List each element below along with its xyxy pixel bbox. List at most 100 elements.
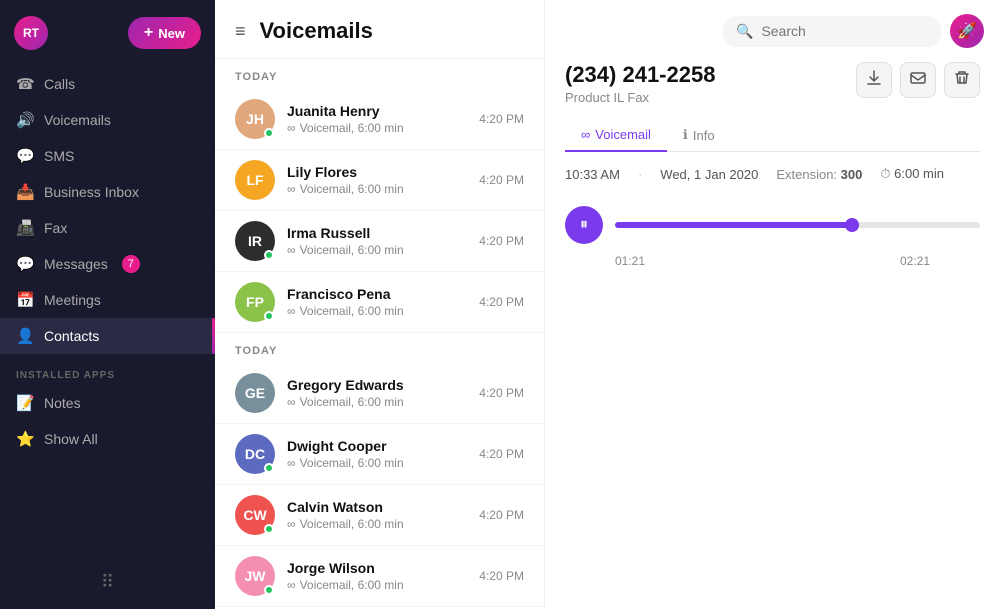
- meta-date: Wed, 1 Jan 2020: [660, 167, 758, 182]
- list-header: ≡ Voicemails: [215, 0, 544, 59]
- list-item[interactable]: DC Dwight Cooper ∞ Voicemail, 6:00 min 4…: [215, 424, 544, 485]
- rocket-icon: 🚀: [957, 21, 977, 41]
- dots-icon[interactable]: ⠿: [101, 572, 114, 593]
- detail-info: (234) 241-2258 Product IL Fax: [565, 62, 715, 119]
- contact-time: 4:20 PM: [479, 112, 524, 126]
- forward-icon: [910, 70, 926, 91]
- nav-contacts[interactable]: 👤 Contacts: [0, 318, 215, 354]
- contact-time: 4:20 PM: [479, 569, 524, 583]
- voicemail-sub-icon: ∞: [287, 578, 296, 592]
- forward-button[interactable]: [900, 62, 936, 98]
- rocket-button[interactable]: 🚀: [950, 14, 984, 48]
- tab-voicemail[interactable]: ∞ Voicemail: [565, 119, 667, 152]
- contact-sub: ∞ Voicemail, 6:00 min: [287, 517, 479, 531]
- sidebar: RT New ☎ Calls 🔊 Voicemails 💬 SMS 📥 Busi…: [0, 0, 215, 609]
- nav-meetings[interactable]: 📅 Meetings: [0, 282, 215, 318]
- sms-icon: 💬: [16, 147, 34, 165]
- tab-info[interactable]: ℹ Info: [667, 119, 731, 151]
- progress-thumb: [845, 218, 859, 232]
- contact-name: Lily Flores: [287, 164, 479, 180]
- avatar-jorge: JW: [235, 556, 275, 596]
- voicemail-sub-icon: ∞: [287, 517, 296, 531]
- voicemail-sub-icon: ∞: [287, 395, 296, 409]
- contact-name: Calvin Watson: [287, 499, 479, 515]
- contact-info: Calvin Watson ∞ Voicemail, 6:00 min: [287, 499, 479, 531]
- detail-header-row: (234) 241-2258 Product IL Fax: [565, 62, 980, 119]
- contact-sub: ∞ Voicemail, 6:00 min: [287, 578, 479, 592]
- notes-icon: 📝: [16, 394, 34, 412]
- pause-button[interactable]: ⏸: [565, 206, 603, 244]
- time-row: 01:21 02:21: [565, 254, 980, 268]
- meta-time: 10:33 AM: [565, 167, 620, 182]
- nav-messages[interactable]: 💬 Messages 7: [0, 246, 215, 282]
- new-button[interactable]: New: [128, 17, 201, 49]
- detail-phone-number: (234) 241-2258: [565, 62, 715, 88]
- list-item[interactable]: IR Irma Russell ∞ Voicemail, 6:00 min 4:…: [215, 211, 544, 272]
- contact-name: Jorge Wilson: [287, 560, 479, 576]
- list-item[interactable]: JH Juanita Henry ∞ Voicemail, 6:00 min 4…: [215, 89, 544, 150]
- search-bar[interactable]: 🔍: [722, 16, 942, 47]
- list-item[interactable]: LF Lily Flores ∞ Voicemail, 6:00 min 4:2…: [215, 150, 544, 211]
- avatar-juanita: JH: [235, 99, 275, 139]
- avatar-gregory: GE: [235, 373, 275, 413]
- detail-tabs: ∞ Voicemail ℹ Info: [565, 119, 980, 152]
- sidebar-bottom: ⠿: [0, 556, 215, 609]
- action-buttons: [856, 62, 980, 98]
- list-item[interactable]: CW Calvin Watson ∞ Voicemail, 6:00 min 4…: [215, 485, 544, 546]
- contact-info: Dwight Cooper ∞ Voicemail, 6:00 min: [287, 438, 479, 470]
- contact-time: 4:20 PM: [479, 447, 524, 461]
- contact-sub: ∞ Voicemail, 6:00 min: [287, 304, 479, 318]
- list-item[interactable]: GE Gregory Edwards ∞ Voicemail, 6:00 min…: [215, 363, 544, 424]
- contact-info: Gregory Edwards ∞ Voicemail, 6:00 min: [287, 377, 479, 409]
- progress-fill: [615, 222, 852, 228]
- contact-sub: ∞ Voicemail, 6:00 min: [287, 182, 479, 196]
- installed-apps-label: INSTALLED APPS: [0, 354, 215, 385]
- detail-subtitle: Product IL Fax: [565, 90, 715, 105]
- time-total: 02:21: [900, 254, 930, 268]
- download-button[interactable]: [856, 62, 892, 98]
- download-icon: [866, 70, 882, 91]
- contact-name: Dwight Cooper: [287, 438, 479, 454]
- meta-duration: ⏱ 6:00 min: [880, 166, 944, 182]
- contact-info: Jorge Wilson ∞ Voicemail, 6:00 min: [287, 560, 479, 592]
- online-indicator: [264, 463, 274, 473]
- voicemail-sub-icon: ∞: [287, 121, 296, 135]
- messages-badge: 7: [122, 255, 140, 273]
- nav-business-inbox[interactable]: 📥 Business Inbox: [0, 174, 215, 210]
- list-panel: ≡ Voicemails TODAY JH Juanita Henry ∞ Vo…: [215, 0, 545, 609]
- hamburger-icon[interactable]: ≡: [235, 21, 246, 42]
- nav-show-all[interactable]: ⭐ Show All: [0, 421, 215, 457]
- search-input[interactable]: [761, 23, 928, 39]
- voicemail-sub-icon: ∞: [287, 243, 296, 257]
- inbox-icon: 📥: [16, 183, 34, 201]
- messages-icon: 💬: [16, 255, 34, 273]
- trash-icon: [954, 70, 970, 91]
- contact-name: Francisco Pena: [287, 286, 479, 302]
- contacts-icon: 👤: [16, 327, 34, 345]
- delete-button[interactable]: [944, 62, 980, 98]
- progress-bar[interactable]: [615, 222, 980, 228]
- contact-name: Juanita Henry: [287, 103, 479, 119]
- contact-sub: ∞ Voicemail, 6:00 min: [287, 243, 479, 257]
- detail-panel: 🔍 🚀 (234) 241-2258 Product IL Fax: [545, 0, 1000, 609]
- online-indicator: [264, 311, 274, 321]
- list-item[interactable]: FP Francisco Pena ∞ Voicemail, 6:00 min …: [215, 272, 544, 333]
- nav-voicemails[interactable]: 🔊 Voicemails: [0, 102, 215, 138]
- voicemail-sub-icon: ∞: [287, 182, 296, 196]
- detail-content: (234) 241-2258 Product IL Fax: [545, 62, 1000, 609]
- avatar-calvin: CW: [235, 495, 275, 535]
- voicemail-tab-icon: ∞: [581, 127, 590, 142]
- nav-calls[interactable]: ☎ Calls: [0, 66, 215, 102]
- meetings-icon: 📅: [16, 291, 34, 309]
- detail-top-bar: 🔍 🚀: [545, 0, 1000, 62]
- contact-info: Francisco Pena ∞ Voicemail, 6:00 min: [287, 286, 479, 318]
- list-item[interactable]: JW Jorge Wilson ∞ Voicemail, 6:00 min 4:…: [215, 546, 544, 607]
- search-icon: 🔍: [736, 23, 753, 40]
- contact-sub: ∞ Voicemail, 6:00 min: [287, 121, 479, 135]
- avatar-dwight: DC: [235, 434, 275, 474]
- voicemail-sub-icon: ∞: [287, 304, 296, 318]
- nav-fax[interactable]: 📠 Fax: [0, 210, 215, 246]
- calls-icon: ☎: [16, 75, 34, 93]
- nav-sms[interactable]: 💬 SMS: [0, 138, 215, 174]
- nav-notes[interactable]: 📝 Notes: [0, 385, 215, 421]
